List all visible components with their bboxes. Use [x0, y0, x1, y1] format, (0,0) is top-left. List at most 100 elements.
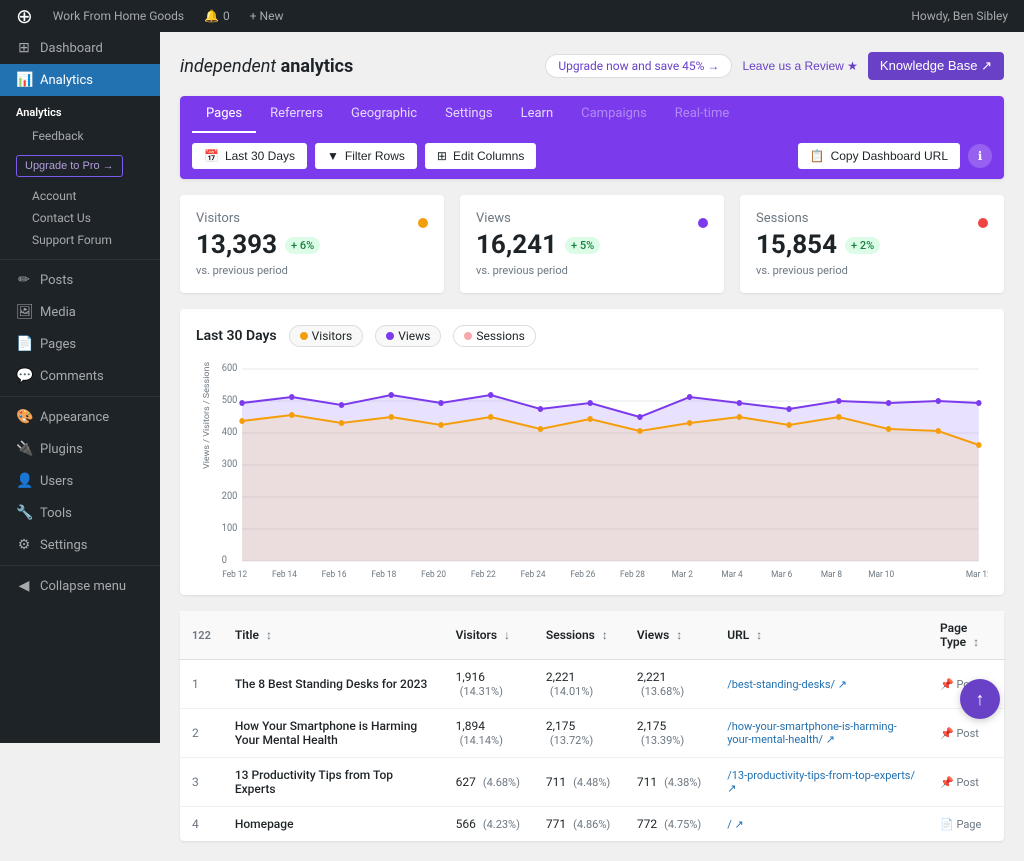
tab-learn[interactable]: Learn: [507, 96, 568, 133]
sidebar-item-posts[interactable]: ✏ Posts: [0, 264, 160, 296]
visitors-prev: vs. previous period: [196, 264, 428, 277]
tab-pages[interactable]: Pages: [192, 96, 256, 133]
user-greeting: Howdy, Ben Sibley: [903, 9, 1016, 23]
notifications[interactable]: 🔔 0: [196, 0, 238, 32]
last30-button[interactable]: 📅 Last 30 Days: [192, 143, 307, 169]
tab-settings[interactable]: Settings: [431, 96, 506, 133]
settings-icon: ⚙: [16, 537, 32, 553]
plugin-header-actions: Upgrade now and save 45% → Leave us a Re…: [545, 52, 1004, 80]
views-point: [438, 400, 444, 406]
row-views: 2,221 (13.68%): [625, 660, 715, 709]
visitors-point: [339, 420, 345, 426]
copy-url-button[interactable]: 📋 Copy Dashboard URL: [798, 143, 960, 169]
upgrade-badge[interactable]: Upgrade now and save 45% →: [545, 54, 732, 78]
svg-text:300: 300: [222, 459, 238, 470]
visitors-point: [886, 426, 892, 432]
visitors-point: [239, 418, 245, 424]
sidebar-item-users[interactable]: 👤 Users: [0, 465, 160, 497]
visitors-legend-dot: [300, 332, 308, 340]
new-content[interactable]: + New: [242, 0, 292, 32]
sessions-value: 15,854: [756, 230, 837, 260]
sidebar-item-plugins[interactable]: 🔌 Plugins: [0, 433, 160, 465]
th-views[interactable]: Views ↕: [625, 611, 715, 660]
collapse-menu[interactable]: ◀ Collapse menu: [0, 570, 160, 602]
svg-text:Feb 18: Feb 18: [371, 570, 396, 579]
stats-cards: Visitors 13,393 + 6% vs. previous period…: [180, 195, 1004, 293]
sidebar-item-appearance[interactable]: 🎨 Appearance: [0, 401, 160, 433]
svg-text:Feb 20: Feb 20: [421, 570, 446, 579]
sidebar-sub-account[interactable]: Account: [0, 185, 160, 207]
th-title[interactable]: Title ↕: [223, 611, 444, 660]
sidebar-item-settings[interactable]: ⚙ Settings: [0, 529, 160, 561]
visitors-point: [438, 422, 444, 428]
sidebar-sub-contact[interactable]: Contact Us: [0, 207, 160, 229]
svg-text:0: 0: [222, 555, 227, 566]
row-visitors: 1,916 (14.31%): [444, 660, 534, 709]
visitors-area: [242, 415, 979, 561]
sidebar-item-dashboard[interactable]: ⊞ Dashboard: [0, 32, 160, 64]
sidebar-item-analytics[interactable]: 📊 Analytics: [0, 64, 160, 96]
row-url[interactable]: /best-standing-desks/ ↗: [715, 660, 928, 709]
views-badge: + 5%: [565, 237, 600, 254]
sessions-legend-dot: [464, 332, 472, 340]
views-point: [687, 394, 693, 400]
sidebar-sub-support[interactable]: Support Forum: [0, 229, 160, 251]
plugins-icon: 🔌: [16, 441, 32, 457]
tab-referrers[interactable]: Referrers: [256, 96, 337, 133]
visitors-point: [637, 428, 643, 434]
info-button[interactable]: ℹ: [968, 144, 992, 168]
knowledge-base-button[interactable]: Knowledge Base ↗: [868, 52, 1004, 80]
analytics-icon: 📊: [16, 72, 32, 88]
visitors-badge: + 6%: [285, 237, 320, 254]
row-num: 3: [180, 758, 223, 807]
legend-visitors[interactable]: Visitors: [289, 325, 364, 347]
row-url[interactable]: / ↗: [715, 807, 928, 842]
legend-views[interactable]: Views: [375, 325, 441, 347]
data-table: 122 Title ↕ Visitors ↓ Sessions ↕ Views …: [180, 611, 1004, 841]
posts-icon: ✏: [16, 272, 32, 288]
sidebar-item-tools[interactable]: 🔧 Tools: [0, 497, 160, 529]
edit-columns-button[interactable]: ⊞ Edit Columns: [425, 143, 536, 169]
svg-text:Mar 12: Mar 12: [966, 570, 988, 579]
filter-rows-button[interactable]: ▼ Filter Rows: [315, 143, 417, 169]
th-visitors[interactable]: Visitors ↓: [444, 611, 534, 660]
row-url[interactable]: /13-productivity-tips-from-top-experts/ …: [715, 758, 928, 807]
views-dot: [698, 218, 708, 228]
row-views: 772 (4.75%): [625, 807, 715, 842]
legend-sessions[interactable]: Sessions: [453, 325, 535, 347]
svg-text:Feb 26: Feb 26: [570, 570, 595, 579]
th-url[interactable]: URL ↕: [715, 611, 928, 660]
row-title: How Your Smartphone is Harming Your Ment…: [223, 709, 444, 758]
svg-text:Feb 12: Feb 12: [222, 570, 247, 579]
visitors-dot: [418, 218, 428, 228]
plugin-logo: independent analytics: [180, 56, 353, 77]
upgrade-pro-button[interactable]: Upgrade to Pro →: [16, 155, 123, 177]
tab-geographic[interactable]: Geographic: [337, 96, 431, 133]
svg-text:Feb 16: Feb 16: [322, 570, 347, 579]
appearance-icon: 🎨: [16, 409, 32, 425]
svg-text:Feb 24: Feb 24: [521, 570, 546, 579]
views-point: [587, 400, 593, 406]
sidebar-item-comments[interactable]: 💬 Comments: [0, 360, 160, 392]
row-url[interactable]: /how-your-smartphone-is-harming-your-men…: [715, 709, 928, 758]
table-row: 2 How Your Smartphone is Harming Your Me…: [180, 709, 1004, 758]
sidebar-item-pages[interactable]: 📄 Pages: [0, 328, 160, 360]
wp-logo[interactable]: ⊕: [8, 0, 41, 32]
row-views: 2,175 (13.39%): [625, 709, 715, 758]
site-name[interactable]: Work From Home Goods: [45, 0, 192, 32]
views-point: [886, 400, 892, 406]
visitors-point: [976, 442, 982, 448]
svg-text:Feb 14: Feb 14: [272, 570, 297, 579]
sidebar-item-media[interactable]: 🖼 Media: [0, 296, 160, 328]
svg-text:100: 100: [222, 523, 238, 534]
visitors-point: [836, 414, 842, 420]
sidebar-sub-feedback[interactable]: Feedback: [0, 125, 160, 147]
filter-icon: ▼: [327, 149, 339, 163]
th-pagetype[interactable]: Page Type ↕: [928, 611, 1004, 660]
tab-campaigns: Campaigns: [567, 96, 661, 133]
svg-text:Views / Visitors / Sessions: Views / Visitors / Sessions: [202, 361, 212, 469]
review-button[interactable]: Leave us a Review ★: [742, 59, 857, 73]
scroll-to-top-button[interactable]: ↑: [960, 679, 1000, 719]
th-sessions[interactable]: Sessions ↕: [534, 611, 625, 660]
svg-text:Feb 22: Feb 22: [471, 570, 496, 579]
